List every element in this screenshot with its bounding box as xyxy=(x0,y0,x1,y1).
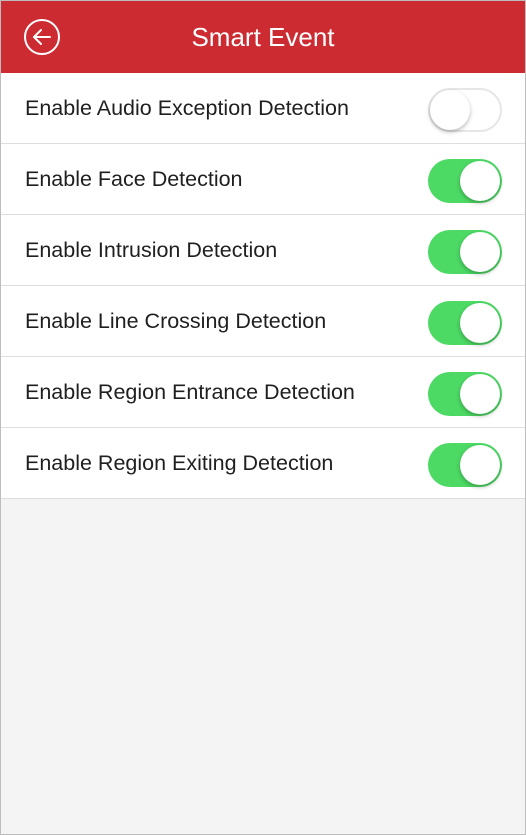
setting-label: Enable Audio Exception Detection xyxy=(25,96,349,120)
arrow-left-circle-icon xyxy=(24,19,60,55)
toggle-knob xyxy=(460,303,500,343)
toggle-knob xyxy=(460,232,500,272)
setting-label: Enable Face Detection xyxy=(25,167,243,191)
setting-row-region-exiting: Enable Region Exiting Detection xyxy=(1,428,525,499)
page-title: Smart Event xyxy=(191,22,335,52)
toggle-knob xyxy=(460,445,500,485)
region-exiting-toggle[interactable] xyxy=(428,443,502,487)
setting-label: Enable Region Entrance Detection xyxy=(25,380,355,404)
setting-label: Enable Intrusion Detection xyxy=(25,238,278,262)
face-detection-toggle[interactable] xyxy=(428,159,502,203)
audio-exception-toggle[interactable] xyxy=(428,88,502,132)
setting-row-face: Enable Face Detection xyxy=(1,144,525,215)
back-button[interactable] xyxy=(23,18,61,56)
app-screen: Smart Event Enable Audio Exception Detec… xyxy=(0,0,526,835)
region-entrance-toggle[interactable] xyxy=(428,372,502,416)
setting-label: Enable Region Exiting Detection xyxy=(25,451,334,475)
intrusion-detection-toggle[interactable] xyxy=(428,230,502,274)
toggle-knob xyxy=(430,90,470,130)
setting-row-intrusion: Enable Intrusion Detection xyxy=(1,215,525,286)
toggle-knob xyxy=(460,374,500,414)
setting-row-region-entrance: Enable Region Entrance Detection xyxy=(1,357,525,428)
settings-list: Enable Audio Exception Detection Enable … xyxy=(1,73,525,499)
setting-row-audio-exception: Enable Audio Exception Detection xyxy=(1,73,525,144)
header-bar: Smart Event xyxy=(1,1,525,73)
setting-row-line-crossing: Enable Line Crossing Detection xyxy=(1,286,525,357)
setting-label: Enable Line Crossing Detection xyxy=(25,309,327,333)
line-crossing-toggle[interactable] xyxy=(428,301,502,345)
toggle-knob xyxy=(460,161,500,201)
